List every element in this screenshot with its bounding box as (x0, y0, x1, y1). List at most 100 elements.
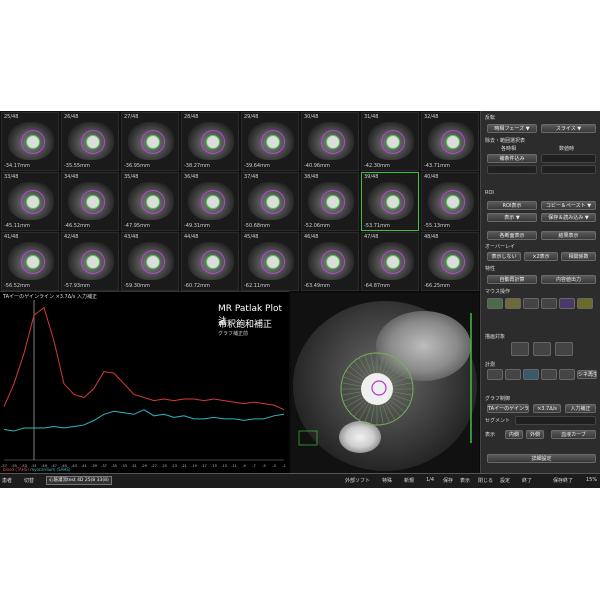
slice-thumbnail[interactable]: 41/48 -56.52mm (1, 232, 59, 291)
section-roi: ROI (485, 190, 494, 196)
overlay-none-button[interactable]: 表示しない (487, 252, 521, 261)
target-tool-icon[interactable] (577, 298, 593, 309)
perfusion-analysis-window: 25/48 -34.17mm 26/48 -35.55mm 27/48 -36.95mm 2… (0, 111, 600, 488)
taskbar-close[interactable]: 閉じる (478, 477, 493, 484)
range-button-4[interactable] (541, 165, 596, 174)
taskbar-save-exit[interactable]: 保存終了 (553, 477, 573, 484)
slice-position: -38.27mm (184, 163, 210, 169)
range-button-3[interactable] (487, 165, 537, 174)
input-correction-button[interactable]: 入力補正 (565, 404, 596, 413)
save-load-dropdown[interactable]: 保存＆読み込み ▼ (541, 213, 596, 222)
taskbar-switch[interactable]: 切替 (24, 477, 34, 484)
blood-curve-button[interactable]: 血液カーブ (551, 430, 596, 439)
slice-thumbnail[interactable]: 46/48 -63.49mm (301, 232, 359, 291)
slice-thumbnail[interactable]: 38/48 -52.06mm (301, 172, 359, 231)
slice-thumbnail[interactable]: 35/48 -47.95mm (121, 172, 179, 231)
pen-tool-icon[interactable] (487, 298, 503, 309)
slice-thumbnail[interactable]: 31/48 -42.30mm (361, 112, 419, 171)
slice-thumbnail[interactable]: 28/48 -38.27mm (181, 112, 239, 171)
taskbar-display[interactable]: 表示 (460, 477, 470, 484)
correlation-button[interactable]: 相関係数 (561, 252, 596, 261)
slice-thumbnail[interactable]: 40/48 -55.13mm (421, 172, 479, 231)
roi-spoke (349, 399, 365, 413)
display-dropdown[interactable]: 表示 ▼ (487, 213, 537, 222)
roi-spoke (358, 357, 370, 376)
rate-button[interactable]: ×3.7Δ/s (533, 404, 561, 413)
slice-thumbnail[interactable]: 44/48 -60.72mm (181, 232, 239, 291)
endocardium-contour (86, 195, 100, 209)
roi-spoke (384, 402, 396, 421)
slice-thumbnail[interactable]: 33/48 -45.11mm (1, 172, 59, 231)
contrast-icon[interactable] (505, 369, 521, 380)
slice-thumbnail[interactable]: 27/48 -36.95mm (121, 112, 179, 171)
eraser-tool-icon[interactable] (523, 298, 539, 309)
chart-legend: blood (TAHS) myocardium (SAHS) (3, 467, 71, 472)
slice-thumbnail-grid: 25/48 -34.17mm 26/48 -35.55mm 27/48 -36.95mm 2… (0, 111, 480, 291)
taskbar: 患者 切替 心筋灌流test 4D 25(8 33(8) 外部ソフト 特殊 新規… (0, 473, 600, 488)
slice-thumbnail[interactable]: 37/48 -50.68mm (241, 172, 299, 231)
slice-thumbnail[interactable]: 26/48 -35.55mm (61, 112, 119, 171)
window-level-icon[interactable] (541, 369, 557, 380)
slice-thumbnail[interactable]: 45/48 -62.11mm (241, 232, 299, 291)
slice-thumbnail[interactable]: 34/48 -46.52mm (61, 172, 119, 231)
study-field[interactable]: 心筋灌流test 4D 25(8 33(8) (46, 476, 112, 485)
taskbar-exit[interactable]: 終了 (522, 477, 532, 484)
camera-icon[interactable] (559, 369, 575, 380)
green-marker (298, 430, 318, 446)
auto-recalc-button[interactable]: 自動再計算 (487, 275, 537, 284)
detail-settings-button[interactable]: 詳細設定 (487, 454, 596, 463)
output-values-button[interactable]: 内容値出力 (541, 275, 596, 284)
ruler-icon[interactable] (487, 369, 503, 380)
slice-thumbnail[interactable]: 42/48 -57.93mm (61, 232, 119, 291)
result-display-button[interactable]: 結果表示 (541, 231, 596, 240)
slice-thumbnail[interactable]: 43/48 -59.30mm (121, 232, 179, 291)
slice-thumbnail[interactable]: 48/48 -66.25mm (421, 232, 479, 291)
slice-thumbnail[interactable]: 29/48 -39.64mm (241, 112, 299, 171)
slice-position: -42.30mm (364, 163, 390, 169)
main-image-viewer[interactable] (291, 293, 479, 473)
slice-thumbnail[interactable]: 25/48 -34.17mm (1, 112, 59, 171)
cine-play-dropdown[interactable]: シネ再生 ▼ (577, 370, 597, 379)
taskbar-new[interactable]: 新規 (404, 477, 414, 484)
segment-sector-icon[interactable] (511, 342, 529, 356)
endocardium-contour (26, 135, 40, 149)
roi-display-button[interactable]: ROI表示 (487, 201, 537, 210)
segment-refresh-icon[interactable] (555, 342, 573, 356)
copy-paste-dropdown[interactable]: コピー＆ペースト ▼ (541, 201, 596, 210)
gain-line-button[interactable]: TAイーのゲインライン (487, 404, 529, 413)
slice-thumbnail[interactable]: 36/48 -49.31mm (181, 172, 239, 231)
slice-position: -66.25mm (424, 283, 450, 289)
brush-tool-icon[interactable] (505, 298, 521, 309)
section-display-button[interactable]: 各断面表示 (487, 231, 537, 240)
taskbar-settings[interactable]: 設定 (500, 477, 510, 484)
slice-thumbnail[interactable]: 32/48 -43.71mm (421, 112, 479, 171)
phase-dropdown[interactable]: 時相フェーズ ▼ (487, 124, 537, 133)
roi-spoke (390, 370, 409, 382)
endocardium-contour (86, 255, 100, 269)
slice-position: -45.11mm (4, 223, 30, 229)
taskbar-layout[interactable]: 1/4 (426, 477, 434, 483)
segment-circle-icon[interactable] (533, 342, 551, 356)
range-button-1[interactable]: 補条件込み (487, 154, 537, 163)
segment-slider[interactable] (515, 416, 596, 425)
taskbar-special[interactable]: 特殊 (382, 477, 392, 484)
roi-spoke (390, 396, 409, 408)
x-tick-label: -37 (101, 464, 107, 468)
taskbar-patient[interactable]: 患者 (2, 477, 12, 484)
slice-position: -50.68mm (244, 223, 270, 229)
outer-button[interactable]: 外側 (526, 430, 544, 439)
pan-icon[interactable] (523, 369, 539, 380)
taskbar-save[interactable]: 保存 (443, 477, 453, 484)
slice-thumbnail[interactable]: 47/48 -64.87mm (361, 232, 419, 291)
slice-position: -52.06mm (304, 223, 330, 229)
overlay-x2-button[interactable]: ×2表示 (524, 252, 558, 261)
range-button-2[interactable] (541, 154, 596, 163)
zoom-tool-icon[interactable] (541, 298, 557, 309)
inner-button[interactable]: 内側 (505, 430, 523, 439)
taskbar-external[interactable]: 外部ソフト (345, 477, 370, 484)
slice-dropdown[interactable]: スライス ▼ (541, 124, 596, 133)
slice-thumbnail[interactable]: 30/48 -40.96mm (301, 112, 359, 171)
roi-spoke (358, 402, 370, 421)
slice-thumbnail[interactable]: 39/48 -53.71mm (361, 172, 419, 231)
contour-tool-icon[interactable] (559, 298, 575, 309)
